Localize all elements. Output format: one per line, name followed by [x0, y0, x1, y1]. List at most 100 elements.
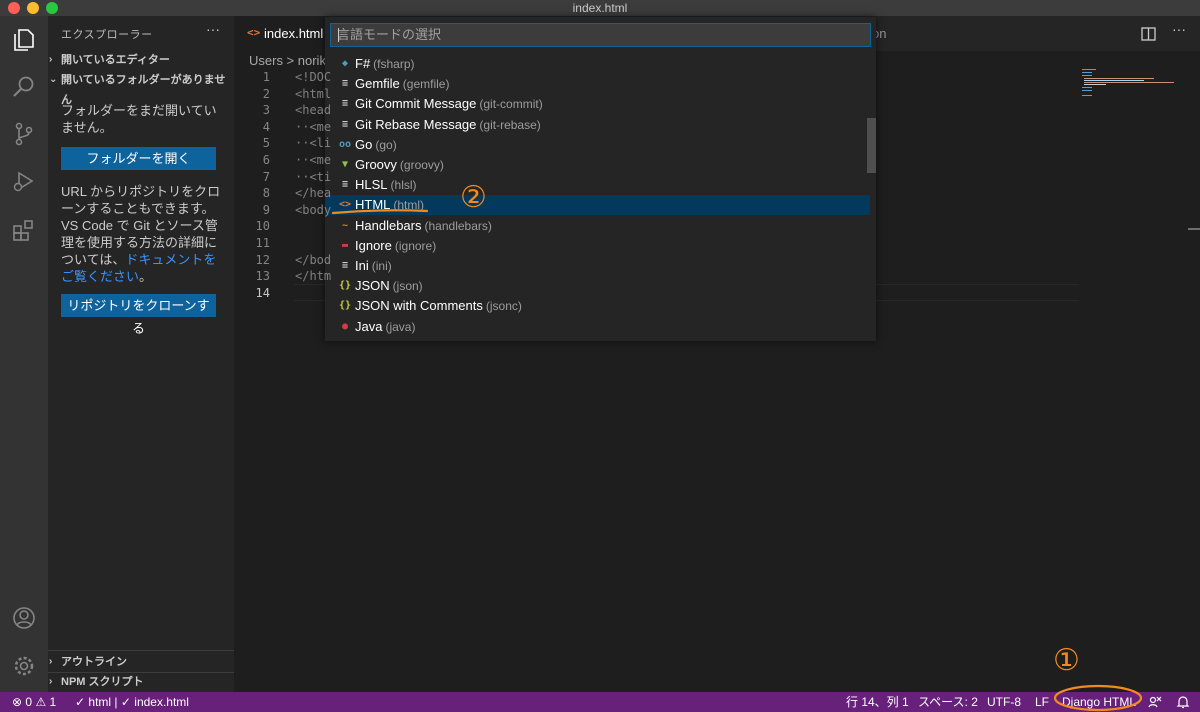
line-number: 13 — [255, 269, 270, 284]
section-npm-scripts[interactable]: › NPM スクリプト — [48, 672, 234, 692]
language-option-label: JSON (json) — [355, 276, 423, 296]
language-option-git-rebase-message[interactable]: ≡ Git Rebase Message (git-rebase) — [325, 115, 870, 135]
language-option-label: F# (fsharp) — [355, 54, 415, 74]
language-name: Groovy — [355, 157, 397, 172]
chevron-right-icon: › — [49, 656, 53, 667]
divider — [48, 650, 234, 651]
account-icon[interactable] — [10, 604, 38, 632]
section-label: 開いているエディター — [61, 54, 170, 66]
code-line[interactable]: <body — [295, 203, 331, 217]
run-debug-icon[interactable] — [10, 168, 38, 196]
language-option-ini[interactable]: ≡ Ini (ini) — [325, 256, 870, 276]
split-editor-icon[interactable] — [1140, 25, 1158, 43]
line-number: 2 — [262, 86, 270, 101]
clone-repository-button[interactable]: リポジトリをクローンする — [61, 294, 216, 336]
code-line[interactable]: </hea — [295, 186, 331, 200]
groovy-icon: ▼ — [341, 159, 349, 170]
language-option-f-[interactable]: ◆ F# (fsharp) — [325, 54, 870, 74]
code-line[interactable]: ··<ti — [295, 170, 331, 184]
code-line[interactable]: <html — [295, 87, 331, 101]
settings-gear-icon[interactable] — [10, 652, 38, 680]
sidebar-title: エクスプローラー — [61, 29, 153, 41]
code-line[interactable]: ··<me — [295, 153, 331, 167]
language-option-label: HLSL (hlsl) — [355, 175, 417, 195]
end-of-line[interactable]: LF — [1035, 692, 1049, 712]
language-option-go[interactable]: oo Go (go) — [325, 135, 870, 155]
tab-index-html[interactable]: <> index.html — [234, 16, 329, 51]
line-number: 1 — [262, 70, 270, 84]
no-folder-message: フォルダーをまだ開いていません。 — [61, 103, 217, 135]
text-caret — [338, 28, 339, 42]
language-option-label: Groovy (groovy) — [355, 155, 444, 175]
cursor-position[interactable]: 行 14、列 1 — [846, 692, 909, 712]
section-open-editors[interactable]: › 開いているエディター — [48, 50, 234, 70]
language-option-json[interactable]: {} JSON (json) — [325, 276, 870, 296]
problems-indicator[interactable]: ⊗ 0 ⚠ 1 — [12, 692, 56, 712]
code-line[interactable]: </htm — [295, 269, 331, 283]
language-name: Java — [355, 318, 383, 334]
language-name: HTML — [355, 197, 391, 213]
code-line[interactable]: <head — [295, 103, 331, 117]
clone-message-end: 。 — [139, 269, 153, 284]
language-option-gemfile[interactable]: ≡ Gemfile (gemfile) — [325, 74, 870, 94]
language-mode-picker: 言語モードの選択 ◆ F# (fsharp) ≡ Gemfile (gemfile) ≡ Gi… — [325, 17, 876, 341]
language-mode[interactable]: Django HTML — [1062, 692, 1136, 712]
language-id: (fsharp) — [373, 57, 415, 71]
encoding[interactable]: UTF-8 — [987, 692, 1021, 712]
language-option-label: Java (java) — [355, 317, 415, 337]
language-name: Git Rebase Message — [355, 116, 477, 132]
language-option-label: Git Rebase Message (git-rebase) — [355, 115, 541, 135]
language-option-json-with-comments[interactable]: {} JSON with Comments (jsonc) — [325, 296, 870, 316]
feedback-icon[interactable] — [1148, 695, 1162, 712]
handlebars-icon: ~ — [341, 219, 349, 231]
more-actions-icon[interactable]: ··· — [1172, 21, 1186, 37]
code-line[interactable]: </bod — [295, 253, 331, 267]
code-line[interactable]: <!DOC — [295, 70, 331, 84]
lines-icon: ≡ — [341, 179, 349, 191]
language-name: Go — [355, 136, 373, 152]
search-icon[interactable] — [10, 73, 38, 101]
annotation-step-1: ① — [1053, 644, 1080, 677]
open-folder-button[interactable]: フォルダーを開く — [61, 147, 216, 170]
java-icon: ● — [341, 320, 349, 332]
language-option-html[interactable]: <> HTML (html) — [325, 195, 870, 216]
language-id: (html) — [393, 198, 425, 213]
list-scrollbar-thumb[interactable] — [867, 118, 876, 173]
lines-icon: ≡ — [341, 118, 349, 130]
language-name: Gemfile — [355, 76, 400, 92]
language-option-groovy[interactable]: ▼ Groovy (groovy) — [325, 155, 870, 175]
line-number: 14 — [255, 285, 270, 300]
section-no-folder[interactable]: ⌄ 開いているフォルダーがありません — [48, 70, 234, 106]
line-number: 12 — [255, 252, 270, 267]
check-icon: ✓ — [75, 695, 86, 709]
language-option-java[interactable]: ● Java (java) — [325, 317, 870, 337]
language-name: Git Commit Message — [355, 96, 477, 112]
section-outline[interactable]: › アウトライン — [48, 652, 234, 672]
notifications-bell-icon[interactable] — [1176, 695, 1190, 712]
language-option-git-commit-message[interactable]: ≡ Git Commit Message (git-commit) — [325, 94, 870, 114]
extensions-icon[interactable] — [10, 217, 38, 245]
language-name: Ignore — [355, 237, 392, 253]
language-option-label: Git Commit Message (git-commit) — [355, 94, 543, 114]
more-actions-icon[interactable]: ··· — [206, 21, 220, 37]
source-control-icon[interactable] — [10, 120, 38, 148]
breadcrumb[interactable]: Users > norik — [249, 53, 326, 68]
language-id: (gemfile) — [402, 77, 450, 92]
language-name: Ini — [355, 258, 369, 273]
language-option-label: Ignore (ignore) — [355, 236, 436, 256]
html-check-indicator[interactable]: ✓ html | ✓ index.html — [75, 692, 189, 712]
language-id: (go) — [375, 137, 397, 152]
lines-icon: ≡ — [341, 260, 349, 271]
line-number: 4 — [262, 119, 270, 134]
explorer-icon[interactable] — [10, 26, 38, 54]
code-line[interactable]: ··<li — [295, 136, 331, 150]
language-search-input[interactable]: 言語モードの選択 — [330, 23, 871, 47]
indentation[interactable]: スペース: 2 — [918, 692, 978, 712]
language-option-handlebars[interactable]: ~ Handlebars (handlebars) — [325, 216, 870, 236]
minimap[interactable] — [1078, 65, 1188, 105]
language-option-ignore[interactable]: ▬ Ignore (ignore) — [325, 236, 870, 256]
language-option-hlsl[interactable]: ≡ HLSL (hlsl) — [325, 175, 870, 195]
code-line[interactable]: ··<me — [295, 120, 331, 134]
language-option-label: Gemfile (gemfile) — [355, 74, 449, 94]
title-bar: index.html — [0, 0, 1200, 16]
